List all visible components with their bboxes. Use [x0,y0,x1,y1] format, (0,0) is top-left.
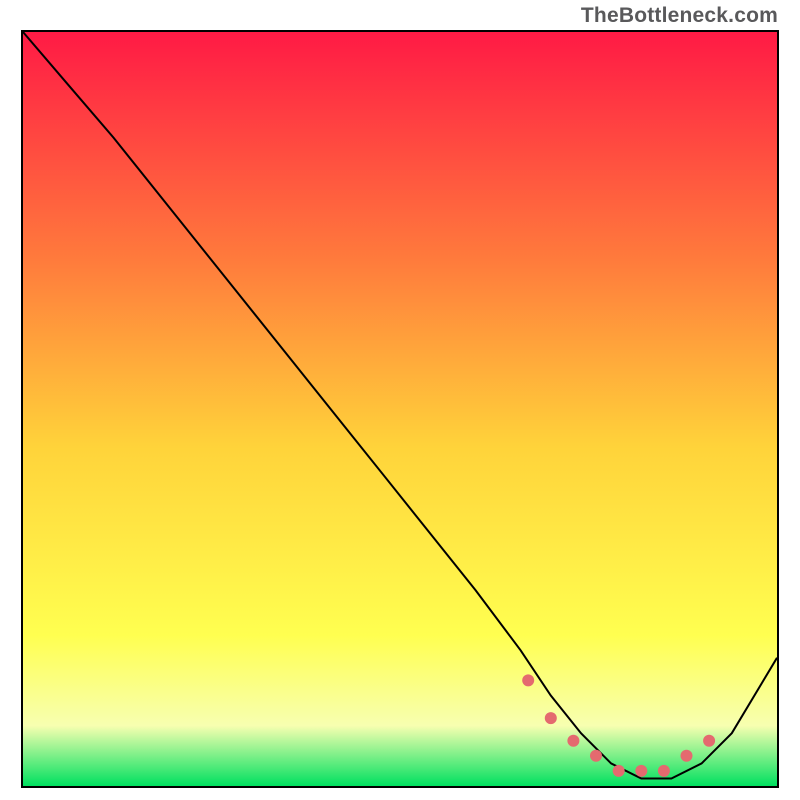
attribution-text: TheBottleneck.com [581,4,778,28]
optimal-marker [658,765,670,777]
optimal-marker [590,750,602,762]
optimal-marker [545,712,557,724]
optimal-marker [635,765,647,777]
optimal-marker [681,750,693,762]
optimal-marker [522,674,534,686]
optimal-marker [613,765,625,777]
heatmap-background [23,32,777,786]
optimal-marker [703,735,715,747]
plot-svg [23,32,777,786]
bottleneck-plot [21,30,779,788]
optimal-marker [567,735,579,747]
